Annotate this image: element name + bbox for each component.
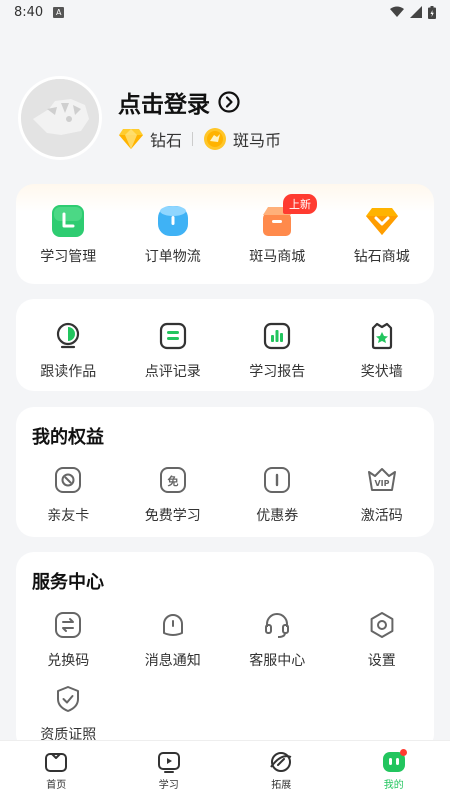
- benefit-label: 激活码: [360, 508, 403, 524]
- menu-label: 学习管理: [40, 249, 97, 265]
- activation-code-icon: VIP: [365, 463, 399, 497]
- benefit-label: 优惠券: [256, 508, 299, 524]
- quick-menu-card: 学习管理 订单物流 上新 斑马商城 钻石商城: [16, 184, 434, 284]
- service-customer-center[interactable]: 客服中心: [225, 608, 330, 670]
- nav-label: 拓展: [271, 779, 292, 791]
- service-certificate[interactable]: 资质证照: [16, 682, 121, 744]
- status-bar: 8:40 A: [0, 0, 450, 24]
- benefits-card: 我的权益 亲友卡 免 免费学习 优惠券 VIP 激活码: [16, 407, 434, 537]
- svg-text:免: 免: [167, 474, 178, 488]
- works-card: 跟读作品 点评记录 学习报告 奖状墙: [16, 299, 434, 391]
- battery-icon: [428, 5, 436, 19]
- nav-study[interactable]: 学习: [113, 741, 226, 800]
- nav-explore[interactable]: 拓展: [225, 741, 338, 800]
- menu-label: 跟读作品: [40, 364, 97, 380]
- service-label: 客服中心: [249, 653, 306, 669]
- bottom-nav: 首页 学习 拓展 我的: [0, 740, 450, 800]
- diamond-mall-icon: [365, 204, 399, 238]
- avatar[interactable]: [18, 76, 102, 160]
- profile-header[interactable]: 点击登录 钻石 斑马币: [18, 76, 281, 160]
- message-icon: [156, 608, 190, 642]
- certificate-wall-icon: [365, 319, 399, 353]
- benefit-label: 亲友卡: [47, 508, 90, 524]
- service-settings[interactable]: 设置: [330, 608, 435, 670]
- login-link[interactable]: 点击登录: [118, 85, 281, 119]
- benefit-friend-card[interactable]: 亲友卡: [16, 463, 121, 525]
- login-label: 点击登录: [118, 92, 210, 118]
- explore-icon: [270, 751, 292, 772]
- notification-dot: [399, 749, 407, 756]
- svg-text:VIP: VIP: [374, 479, 389, 488]
- menu-zebra-mall[interactable]: 上新 斑马商城: [225, 194, 330, 266]
- divider: [192, 132, 194, 146]
- diamond-asset[interactable]: 钻石: [118, 127, 182, 151]
- study-report-icon: [260, 319, 294, 353]
- free-study-icon: 免: [156, 463, 190, 497]
- headset-icon: [260, 608, 294, 642]
- nav-mine[interactable]: 我的: [338, 741, 450, 800]
- review-record-icon: [156, 319, 190, 353]
- chevron-right-circle-icon: [218, 91, 240, 113]
- nav-label: 学习: [158, 779, 179, 791]
- friend-card-icon: [51, 463, 85, 497]
- service-label: 消息通知: [144, 653, 201, 669]
- menu-study-report[interactable]: 学习报告: [225, 319, 330, 381]
- benefit-free-study[interactable]: 免 免费学习: [121, 463, 226, 525]
- menu-review-record[interactable]: 点评记录: [121, 319, 226, 381]
- play-icon: [157, 751, 180, 773]
- menu-label: 斑马商城: [249, 249, 306, 265]
- service-label: 兑换码: [47, 653, 90, 669]
- zebra-avatar-icon: [21, 79, 99, 157]
- benefit-coupon[interactable]: 优惠券: [225, 463, 330, 525]
- wifi-icon: [390, 6, 404, 17]
- service-redeem-code[interactable]: 兑换码: [16, 608, 121, 670]
- menu-label: 订单物流: [144, 249, 201, 265]
- service-message[interactable]: 消息通知: [121, 608, 226, 670]
- menu-follow-read[interactable]: 跟读作品: [16, 319, 121, 381]
- benefit-label: 免费学习: [144, 508, 201, 524]
- redeem-code-icon: [51, 608, 85, 642]
- menu-certificate-wall[interactable]: 奖状墙: [330, 319, 435, 381]
- benefits-title: 我的权益: [32, 427, 104, 448]
- menu-label: 点评记录: [144, 364, 201, 380]
- nav-home[interactable]: 首页: [0, 741, 113, 800]
- certificate-icon: [51, 682, 85, 716]
- menu-diamond-mall[interactable]: 钻石商城: [330, 204, 435, 266]
- diamond-label: 钻石: [150, 131, 183, 150]
- service-label: 设置: [367, 653, 396, 669]
- signal-icon: [410, 6, 422, 18]
- menu-label: 奖状墙: [360, 364, 403, 380]
- settings-icon: [365, 608, 399, 642]
- services-card: 服务中心 兑换码 消息通知 客服中心 设置 资质证照: [16, 552, 434, 752]
- home-icon: [45, 752, 68, 772]
- coupon-icon: [260, 463, 294, 497]
- benefit-activation-code[interactable]: VIP 激活码: [330, 463, 435, 525]
- coin-label: 斑马币: [233, 131, 282, 150]
- status-time: 8:40: [14, 4, 44, 20]
- diamond-icon: [119, 129, 143, 149]
- menu-study-manage[interactable]: 学习管理: [16, 204, 121, 266]
- notification-icon: A: [53, 6, 65, 18]
- menu-label: 学习报告: [249, 364, 306, 380]
- nav-label: 我的: [383, 779, 404, 791]
- follow-read-icon: [51, 319, 85, 353]
- menu-order-logistics[interactable]: 订单物流: [121, 204, 226, 266]
- coin-asset[interactable]: 斑马币: [203, 127, 281, 151]
- study-manage-icon: [51, 204, 85, 238]
- nav-label: 首页: [46, 779, 67, 791]
- order-logistics-icon: [156, 204, 190, 238]
- services-title: 服务中心: [32, 572, 104, 593]
- new-badge: 上新: [283, 194, 317, 214]
- zebra-coin-icon: [204, 128, 227, 150]
- menu-label: 钻石商城: [353, 249, 410, 265]
